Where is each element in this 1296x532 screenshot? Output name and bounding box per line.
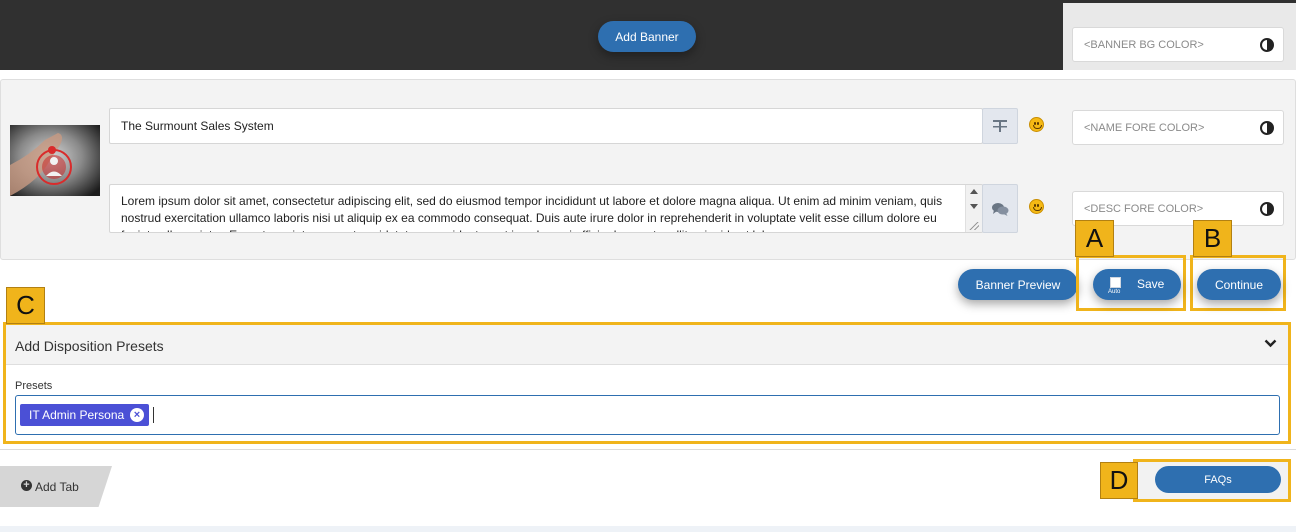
auto-save-checkbox[interactable]: [1110, 277, 1121, 288]
bottom-strip: [0, 526, 1296, 532]
banner-name-input[interactable]: The Surmount Sales System: [109, 108, 983, 144]
text-format-icon: [993, 120, 1007, 132]
save-label: Save: [1137, 277, 1165, 291]
annotation-label-d: D: [1100, 462, 1138, 499]
textarea-scrollbar[interactable]: [965, 185, 982, 232]
annotation-label-b: B: [1193, 220, 1232, 257]
banner-bg-color-placeholder: <BANNER BG COLOR>: [1084, 38, 1204, 51]
section-divider: [0, 449, 1296, 450]
banner-thumbnail: [10, 125, 100, 196]
emoji-icon[interactable]: [1029, 199, 1044, 214]
desc-fore-color-placeholder: <DESC FORE COLOR>: [1084, 202, 1204, 215]
save-button[interactable]: Auto Save: [1093, 269, 1181, 300]
description-text: Lorem ipsum dolor sit amet, consectetur …: [121, 194, 943, 232]
annotation-label-c: C: [6, 287, 45, 324]
plus-circle-icon: +: [21, 480, 32, 491]
emoji-icon[interactable]: [1029, 117, 1044, 132]
auto-label: Auto: [1108, 289, 1121, 295]
contrast-icon[interactable]: [1260, 37, 1274, 52]
annotation-label-a: A: [1075, 220, 1114, 257]
scroll-down-icon[interactable]: [970, 204, 978, 209]
banner-preview-button[interactable]: Banner Preview: [958, 269, 1078, 300]
highlight-d: [1133, 459, 1291, 502]
scroll-up-icon[interactable]: [970, 189, 978, 194]
resize-handle-icon[interactable]: [969, 222, 979, 230]
description-format-button[interactable]: [982, 184, 1018, 233]
continue-button[interactable]: Continue: [1197, 269, 1281, 300]
banner-bg-color-input[interactable]: <BANNER BG COLOR>: [1072, 27, 1284, 62]
add-tab-button[interactable]: + Add Tab: [0, 466, 112, 507]
highlight-c: [3, 322, 1291, 444]
contrast-icon[interactable]: [1260, 120, 1274, 135]
text-format-button[interactable]: [982, 108, 1018, 144]
contrast-icon[interactable]: [1260, 201, 1274, 216]
add-tab-label: Add Tab: [35, 480, 79, 494]
comments-icon: [992, 202, 1009, 216]
name-fore-color-placeholder: <NAME FORE COLOR>: [1084, 121, 1205, 134]
banner-description-textarea[interactable]: Lorem ipsum dolor sit amet, consectetur …: [109, 184, 983, 233]
name-fore-color-input[interactable]: <NAME FORE COLOR>: [1072, 110, 1284, 145]
add-banner-button[interactable]: Add Banner: [598, 21, 696, 52]
